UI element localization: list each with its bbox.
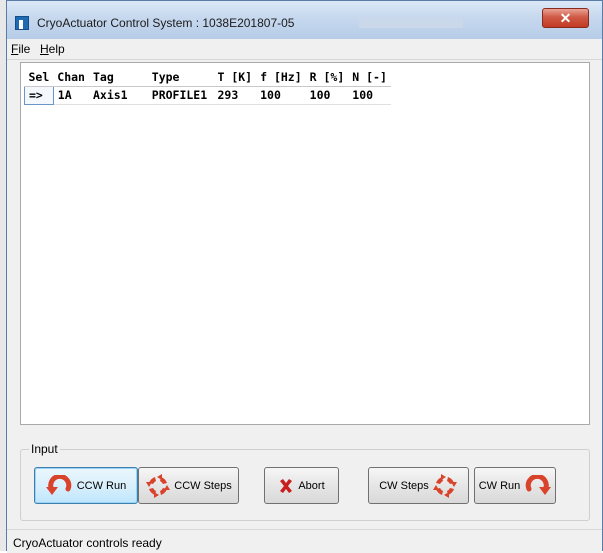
menu-help[interactable]: Help: [40, 42, 65, 56]
close-button[interactable]: ✕: [542, 8, 589, 28]
status-text: CryoActuator controls ready: [13, 536, 162, 550]
column-header-rate[interactable]: R [%]: [305, 69, 349, 87]
column-header-type[interactable]: Type: [147, 69, 214, 87]
cw-steps-icon: [432, 473, 457, 498]
ccw-steps-button[interactable]: CCW Steps: [138, 467, 239, 504]
ccw-steps-icon: [146, 473, 171, 498]
close-icon: ✕: [559, 10, 572, 26]
row-chan-cell[interactable]: 1A: [53, 86, 89, 105]
cw-steps-label: CW Steps: [379, 479, 429, 492]
app-icon: [15, 16, 29, 30]
abort-label: Abort: [298, 479, 325, 492]
main-window: CryoActuator Control System : 1038E20180…: [6, 0, 603, 553]
ccw-arrow-icon: [45, 474, 71, 495]
title-bar-blurred-area: [359, 17, 463, 28]
ccw-run-button[interactable]: CCW Run: [34, 467, 138, 504]
table-row[interactable]: => 1A Axis1 PROFILE1 293 100 100 100: [24, 86, 391, 105]
status-bar: CryoActuator controls ready: [7, 529, 602, 553]
input-group-label: Input: [29, 442, 60, 456]
abort-x-icon: [280, 478, 293, 493]
row-count-cell[interactable]: 100: [348, 86, 391, 105]
menu-file[interactable]: File: [11, 42, 30, 56]
column-header-frequency[interactable]: f [Hz]: [256, 69, 306, 87]
cw-run-label: CW Run: [478, 479, 521, 492]
cw-arrow-icon: [526, 474, 552, 495]
row-frequency-cell[interactable]: 100: [256, 86, 306, 105]
column-header-chan[interactable]: Chan: [53, 69, 89, 87]
column-header-tag[interactable]: Tag: [88, 69, 148, 87]
row-rate-cell[interactable]: 100: [305, 86, 349, 105]
ccw-run-label: CCW Run: [76, 479, 127, 492]
column-header-sel[interactable]: Sel: [24, 69, 54, 87]
column-header-count[interactable]: N [-]: [348, 69, 391, 87]
row-tag-cell[interactable]: Axis1: [88, 86, 148, 105]
window-title: CryoActuator Control System : 1038E20180…: [37, 16, 295, 30]
table-header-row: Sel Chan Tag Type T [K] f [Hz] R [%] N […: [24, 69, 391, 87]
cw-run-button[interactable]: CW Run: [474, 467, 556, 504]
row-select-cell[interactable]: =>: [24, 86, 54, 105]
menu-help-label: Help: [40, 42, 65, 56]
title-bar[interactable]: CryoActuator Control System : 1038E20180…: [7, 1, 602, 39]
row-temperature-cell[interactable]: 293: [213, 86, 257, 105]
channel-table-grid: Sel Chan Tag Type T [K] f [Hz] R [%] N […: [24, 69, 391, 105]
channel-table[interactable]: Sel Chan Tag Type T [K] f [Hz] R [%] N […: [20, 62, 590, 425]
cw-steps-button[interactable]: CW Steps: [368, 467, 469, 504]
abort-button[interactable]: Abort: [264, 467, 339, 504]
menu-bar: File Help: [7, 39, 602, 60]
ccw-steps-label: CCW Steps: [174, 479, 232, 492]
row-type-cell[interactable]: PROFILE1: [147, 86, 214, 105]
column-header-temperature[interactable]: T [K]: [213, 69, 257, 87]
menu-file-label: File: [11, 42, 31, 56]
